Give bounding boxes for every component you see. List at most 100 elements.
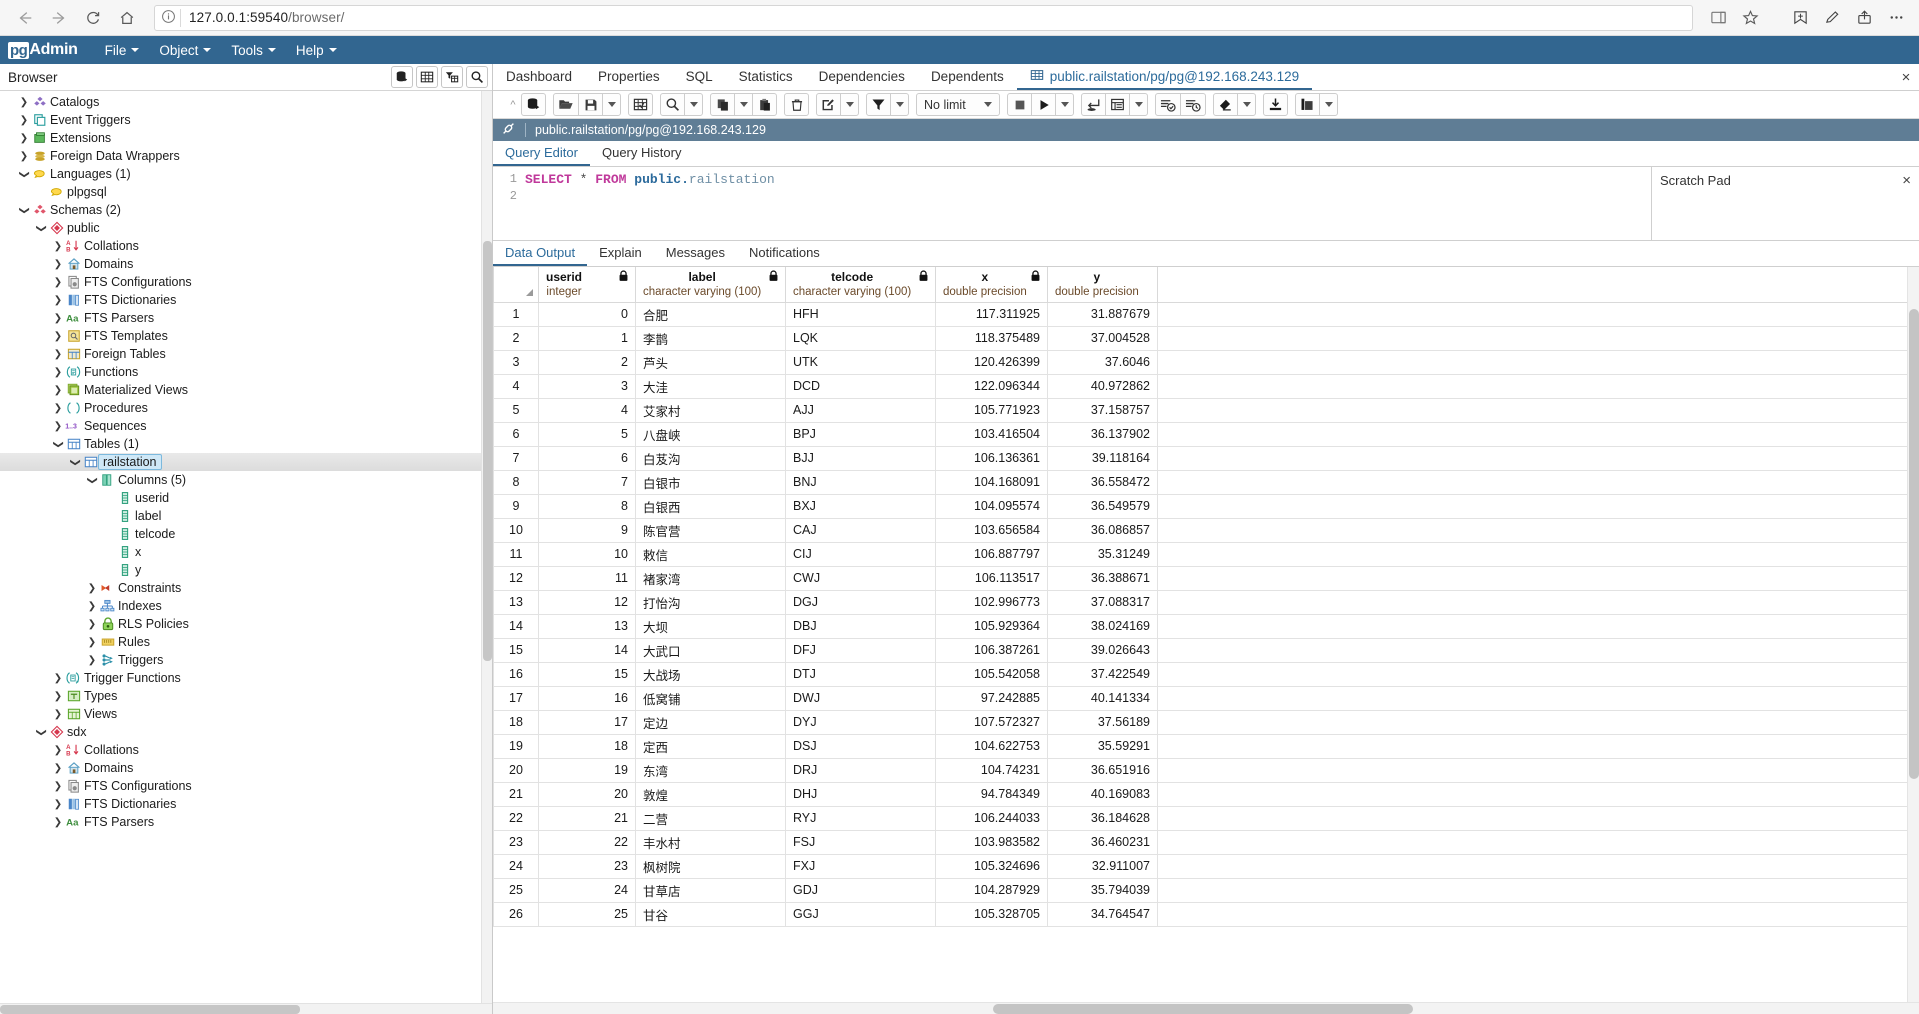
cell-x[interactable]: 104.622753 [935, 733, 1048, 759]
chevron-right-icon[interactable]: ❯ [17, 97, 31, 108]
edit-icon[interactable] [816, 93, 841, 116]
cell-x[interactable]: 105.542058 [935, 661, 1048, 687]
cell-userid[interactable]: 24 [538, 877, 636, 903]
cell-userid[interactable]: 14 [538, 637, 636, 663]
cell-label[interactable]: 敕信 [635, 541, 786, 567]
cell-label[interactable]: 大武口 [635, 637, 786, 663]
tree-item-fts-parsers[interactable]: ❯ Aa FTS Parsers [0, 813, 492, 831]
table-row[interactable]: 5 4 艾家村 AJJ 105.771923 37.158757 [493, 397, 1918, 423]
table-row[interactable]: 3 2 芦头 UTK 120.426399 37.6046 [493, 349, 1918, 375]
chevron-right-icon[interactable]: ❯ [85, 601, 99, 612]
cell-x[interactable]: 105.771923 [935, 397, 1048, 423]
share-icon[interactable] [1851, 5, 1877, 31]
cell-telcode[interactable]: GGJ [785, 901, 936, 927]
tree-item-types[interactable]: ❯ Types [0, 687, 492, 705]
row-number-header[interactable] [493, 267, 539, 303]
tree-item-columns-5[interactable]: ❯ Columns (5) [0, 471, 492, 489]
cell-telcode[interactable]: DTJ [785, 661, 936, 687]
cell-x[interactable]: 106.244033 [935, 805, 1048, 831]
cell-y[interactable]: 36.460231 [1047, 829, 1158, 855]
cell-x[interactable]: 104.095574 [935, 493, 1048, 519]
table-row[interactable]: 26 25 甘谷 GGJ 105.328705 34.764547 [493, 901, 1918, 927]
cell-x[interactable]: 106.387261 [935, 637, 1048, 663]
cell-userid[interactable]: 21 [538, 805, 636, 831]
tree-item-foreign-tables[interactable]: ❯ Foreign Tables [0, 345, 492, 363]
tree-item-trigger-functions[interactable]: ❯ Trigger Functions [0, 669, 492, 687]
cell-x[interactable]: 104.168091 [935, 469, 1048, 495]
table-row[interactable]: 16 15 大战场 DTJ 105.542058 37.422549 [493, 661, 1918, 687]
cell-y[interactable]: 35.59291 [1047, 733, 1158, 759]
favorites-icon[interactable] [1787, 5, 1813, 31]
cell-userid[interactable]: 10 [538, 541, 636, 567]
tree-scroll-thumb[interactable] [483, 241, 492, 661]
cell-y[interactable]: 36.388671 [1047, 565, 1158, 591]
cell-label[interactable]: 二营 [635, 805, 786, 831]
tree-item-schemas-2[interactable]: ❯ Schemas (2) [0, 201, 492, 219]
cell-x[interactable]: 106.887797 [935, 541, 1048, 567]
cell-label[interactable]: 合肥 [635, 301, 786, 327]
tab-explain[interactable]: Explain [587, 241, 654, 266]
cell-x[interactable]: 104.74231 [935, 757, 1048, 783]
chevron-right-icon[interactable]: ❯ [17, 115, 31, 126]
tree-item-label[interactable]: label [0, 507, 492, 525]
tab-query-tool[interactable]: public.railstation/pg/pg@192.168.243.129 [1016, 64, 1313, 90]
tree-item-rls-policies[interactable]: ❯ RLS Policies [0, 615, 492, 633]
sql-editor[interactable]: 1 2 SELECT * FROM public.railstation [493, 167, 1651, 240]
tree-item-fts-templates[interactable]: ❯ FTS Templates [0, 327, 492, 345]
explain-caret[interactable] [1129, 93, 1148, 116]
cell-y[interactable]: 39.026643 [1047, 637, 1158, 663]
chevron-right-icon[interactable]: ❯ [51, 313, 65, 324]
tree-item-foreign-data-wrappers[interactable]: ❯ Foreign Data Wrappers [0, 147, 492, 165]
cell-y[interactable]: 38.024169 [1047, 613, 1158, 639]
cell-userid[interactable]: 3 [538, 373, 636, 399]
stop-icon[interactable] [1007, 93, 1032, 116]
tree-item-functions[interactable]: ❯ Functions [0, 363, 492, 381]
chevron-up-icon[interactable]: ^ [505, 99, 521, 111]
cell-userid[interactable]: 6 [538, 445, 636, 471]
table-row[interactable]: 9 8 白银西 BXJ 104.095574 36.549579 [493, 493, 1918, 519]
cell-userid[interactable]: 18 [538, 733, 636, 759]
cell-telcode[interactable]: DWJ [785, 685, 936, 711]
reload-icon[interactable] [78, 3, 108, 33]
chevron-right-icon[interactable]: ❯ [51, 349, 65, 360]
open-file-icon[interactable] [553, 93, 579, 116]
cell-y[interactable]: 37.088317 [1047, 589, 1158, 615]
cell-label[interactable]: 敦煌 [635, 781, 786, 807]
cell-x[interactable]: 105.328705 [935, 901, 1048, 927]
cell-y[interactable]: 40.169083 [1047, 781, 1158, 807]
tree-item-indexes[interactable]: ❯ Indexes [0, 597, 492, 615]
filter-icon[interactable] [866, 93, 891, 116]
cell-y[interactable]: 36.651916 [1047, 757, 1158, 783]
tree-item-tables-1[interactable]: ❯ Tables (1) [0, 435, 492, 453]
rollback-icon[interactable] [1180, 93, 1206, 116]
chevron-right-icon[interactable]: ❯ [51, 763, 65, 774]
cell-y[interactable]: 40.141334 [1047, 685, 1158, 711]
cell-label[interactable]: 定西 [635, 733, 786, 759]
tab-query-history[interactable]: Query History [590, 141, 693, 166]
chevron-right-icon[interactable]: ❯ [51, 745, 65, 756]
cell-y[interactable]: 36.184628 [1047, 805, 1158, 831]
menu-help[interactable]: Help [287, 40, 346, 61]
grid-horizontal-scrollbar[interactable] [493, 1002, 1919, 1014]
table-row[interactable]: 4 3 大洼 DCD 122.096344 40.972862 [493, 373, 1918, 399]
cell-userid[interactable]: 12 [538, 589, 636, 615]
cell-x[interactable]: 103.983582 [935, 829, 1048, 855]
tree-item-constraints[interactable]: ❯ Constraints [0, 579, 492, 597]
table-row[interactable]: 2 1 李鹊 LQK 118.375489 37.004528 [493, 325, 1918, 351]
cell-userid[interactable]: 23 [538, 853, 636, 879]
clear-caret[interactable] [1237, 93, 1256, 116]
copy-caret[interactable] [734, 93, 753, 116]
chevron-right-icon[interactable]: ❯ [51, 259, 65, 270]
search-caret[interactable] [684, 93, 703, 116]
explain-options-icon[interactable] [1105, 93, 1130, 116]
tree-item-domains[interactable]: ❯ Domains [0, 759, 492, 777]
table-row[interactable]: 24 23 枫树院 FXJ 105.324696 32.911007 [493, 853, 1918, 879]
cell-telcode[interactable]: CIJ [785, 541, 936, 567]
cell-y[interactable]: 40.972862 [1047, 373, 1158, 399]
chevron-down-icon[interactable]: ❯ [53, 437, 64, 451]
cell-telcode[interactable]: DCD [785, 373, 936, 399]
chevron-right-icon[interactable]: ❯ [85, 637, 99, 648]
paste-icon[interactable] [752, 93, 777, 116]
cell-label[interactable]: 丰水村 [635, 829, 786, 855]
menu-file[interactable]: File [96, 40, 149, 61]
